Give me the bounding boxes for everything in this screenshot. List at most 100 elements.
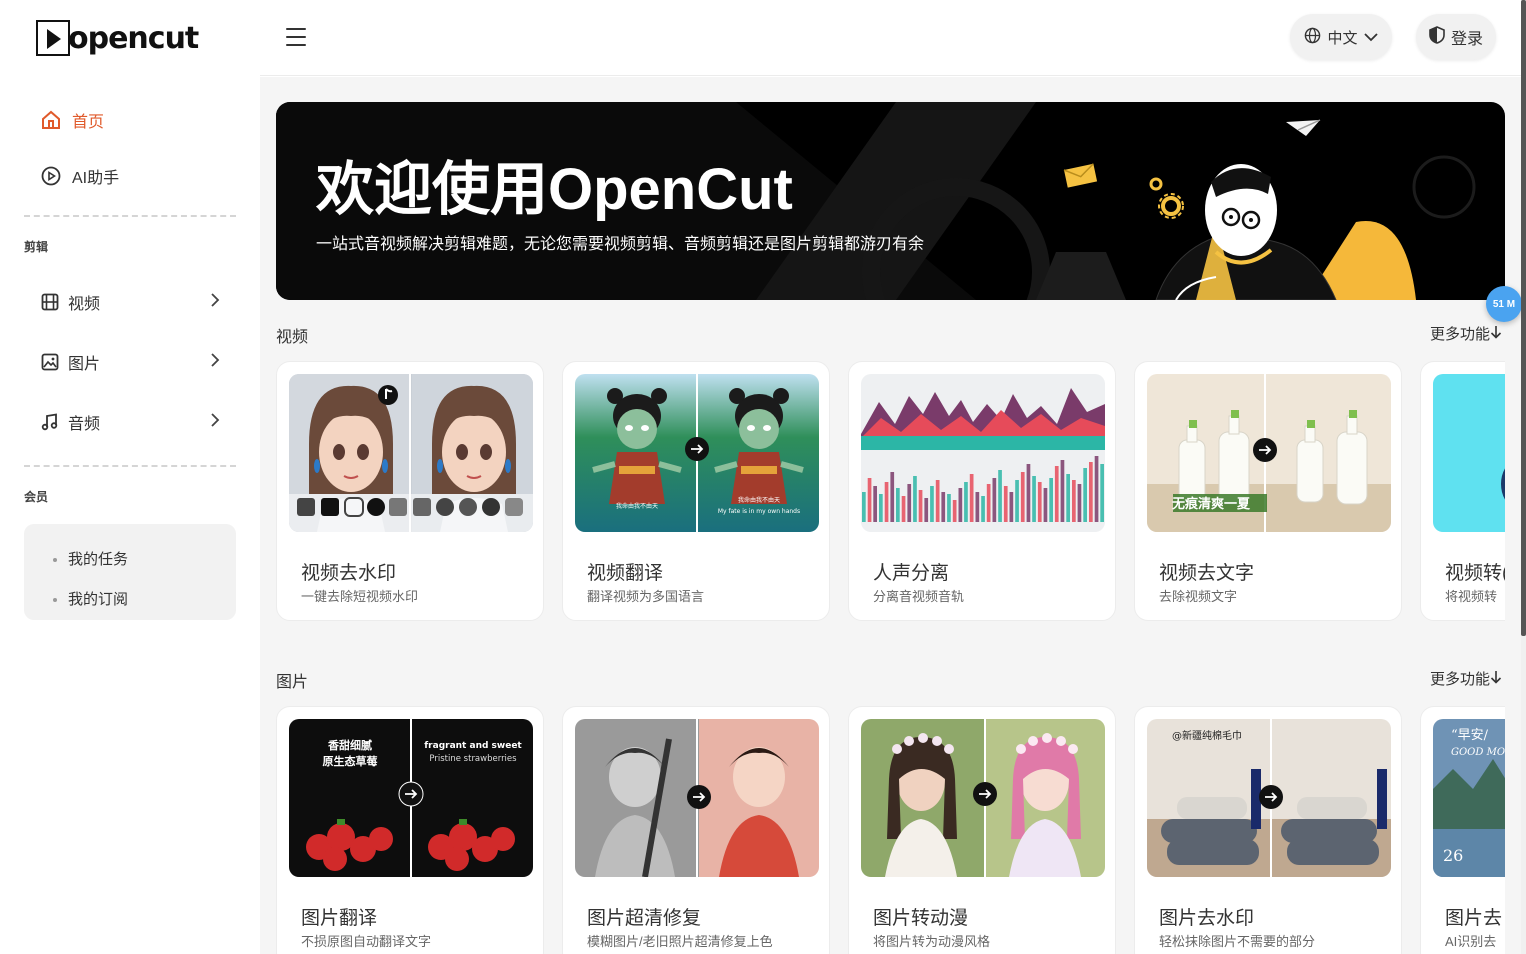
image-card-row: 香甜细腻 原生态草莓 fragrant and sweet Pristine s… [276,706,1505,954]
welcome-banner: 欢迎使用OpenCut 一站式音视频解决剪辑难题，无论您需要视频剪辑、音频剪辑还… [276,102,1505,300]
thumb-text-en-1: fragrant and sweet [424,741,522,751]
card-desc: 模糊图片/老旧照片超清修复上色 [587,934,773,949]
card-video-watermark[interactable]: 视频去水印 一键去除短视频水印 [276,361,544,621]
main-content: 欢迎使用OpenCut 一站式音视频解决剪辑难题，无论您需要视频剪辑、音频剪辑还… [260,77,1522,954]
card-title: 视频去水印 [301,563,397,584]
divider [24,465,236,467]
chevron-right-icon [210,352,220,372]
card-desc: 将视频转 [1445,589,1498,604]
card-image-watermark[interactable]: @新疆纯棉毛巾 图片去水印 轻松抹除图片不需要的部分 [1134,706,1402,954]
sidebar-item-audio[interactable]: 音频 [40,410,220,434]
image-icon [40,352,60,372]
scrollbar-thumb[interactable] [1521,0,1526,636]
video-more-link[interactable]: 更多功能 [1430,323,1502,344]
card-thumbnail: 无痕清爽一夏 [1147,374,1391,532]
card-image-upscale[interactable]: 图片超清修复 模糊图片/老旧照片超清修复上色 [562,706,830,954]
arrow-down-icon [1490,325,1502,343]
card-thumbnail [575,719,819,877]
nav-ai-assistant[interactable]: AI助手 [40,164,119,188]
globe-icon [1304,27,1321,48]
subtitle-translated-en: My fate is in my own hands [718,508,800,515]
card-desc: 一键去除短视频水印 [301,589,419,604]
sidebar-item-label: 音频 [68,416,101,433]
image-section-title: 图片 [276,674,309,691]
nav-home[interactable]: 首页 [40,108,104,132]
banner-title: 欢迎使用OpenCut [316,157,793,222]
card-thumbnail [289,374,533,532]
play-circle-icon [40,165,62,187]
card-desc: 分离音视频音轨 [873,589,965,604]
sidebar-item-image[interactable]: 图片 [40,350,220,374]
arrow-down-icon [1490,670,1502,688]
card-desc: 去除视频文字 [1159,589,1238,604]
sidebar-item-label: 视频 [68,296,101,313]
more-label: 更多功能 [1429,671,1490,688]
member-item-tasks[interactable]: 我的任务 [68,540,236,580]
sidebar-item-label: 图片 [68,356,101,373]
watermark-text: @新疆纯棉毛巾 [1172,729,1242,742]
member-section-title: 会员 [24,490,49,504]
member-menu: 我的任务 我的订阅 [24,524,236,620]
card-title: 图片去水印 [1159,908,1255,929]
card-image-anime[interactable]: 图片转动漫 将图片转为动漫风格 [848,706,1116,954]
sidebar-item-video[interactable]: 视频 [40,290,220,314]
sidebar: opencut 首页 AI助手 剪辑 视频 图片 音频 会员 • 我的任务 • … [0,0,260,954]
member-item-subscription[interactable]: 我的订阅 [68,580,236,620]
card-title: 图片超清修复 [587,908,702,929]
card-title: 人声分离 [873,563,950,584]
card-title: 图片去 [1445,908,1503,929]
poster-text-en: GOOD MO [1451,747,1505,758]
card-image-translate[interactable]: 香甜细腻 原生态草莓 fragrant and sweet Pristine s… [276,706,544,954]
login-button[interactable]: 登录 [1416,14,1496,60]
card-desc: 不损原图自动翻译文字 [301,934,432,949]
video-card-row: 视频去水印 一键去除短视频水印 我命由我不由天 我命由我不由天 My fate … [276,361,1505,623]
more-label: 更多功能 [1429,326,1490,343]
card-video-detext[interactable]: 无痕清爽一夏 视频去文字 去除视频文字 [1134,361,1402,621]
shield-icon [1429,25,1445,49]
topbar: 中文 登录 [260,0,1526,76]
chevron-down-icon [1363,29,1378,46]
poster-date: 26 [1443,846,1463,865]
card-desc: AI识别去 [1445,934,1497,949]
card-thumbnail: @新疆纯棉毛巾 [1147,719,1391,877]
card-thumbnail [861,374,1105,532]
poster-text: “早安/ [1451,728,1489,743]
music-note-icon [40,412,60,432]
divider [24,215,236,217]
card-title: 视频转( [1445,563,1505,584]
subtitle-original: 我命由我不由天 [616,502,658,510]
opencut-logo[interactable]: opencut [36,18,199,58]
thumb-text-en-2: Pristine strawberries [429,754,517,764]
card-thumbnail [861,719,1105,877]
card-title: 视频去文字 [1159,563,1255,584]
chevron-right-icon [210,412,220,432]
video-section-title: 视频 [276,329,309,346]
card-desc: 翻译视频为多国语言 [587,589,705,604]
language-label: 中文 [1327,29,1358,47]
image-more-link[interactable]: 更多功能 [1430,668,1502,689]
card-thumbnail: “早安/ GOOD MO 26 [1433,719,1505,877]
chevron-right-icon [210,292,220,312]
card-image-remove[interactable]: “早安/ GOOD MO 26 图片去 AI识别去 [1420,706,1505,954]
card-title: 视频翻译 [587,563,664,584]
card-video-translate[interactable]: 我命由我不由天 我命由我不由天 My fate is in my own han… [562,361,830,621]
logo-text: opencut [68,20,199,56]
card-thumbnail: 我命由我不由天 我命由我不由天 My fate is in my own han… [575,374,819,532]
card-desc: 将图片转为动漫风格 [873,934,991,949]
subtitle-translated-cn: 我命由我不由天 [738,496,780,504]
floating-badge[interactable]: 51 M [1486,286,1522,322]
language-selector[interactable]: 中文 [1290,14,1392,60]
play-logo-icon [36,20,70,56]
nav-ai-label: AI助手 [72,170,120,187]
card-thumbnail: 香甜细腻 原生态草莓 fragrant and sweet Pristine s… [289,719,533,877]
menu-toggle-icon[interactable] [286,28,306,46]
nav-home-label: 首页 [72,114,105,131]
film-icon [40,292,60,312]
card-title: 图片转动漫 [873,908,969,929]
home-icon [40,109,62,131]
card-video-convert[interactable]: 视频转( 将视频转 [1420,361,1505,621]
thumbnail-overlay-text: 无痕清爽一夏 [1171,496,1251,512]
card-title: 图片翻译 [301,908,378,929]
thumb-text-cn-2: 原生态草莓 [323,754,378,768]
card-vocal-separation[interactable]: 人声分离 分离音视频音轨 [848,361,1116,621]
